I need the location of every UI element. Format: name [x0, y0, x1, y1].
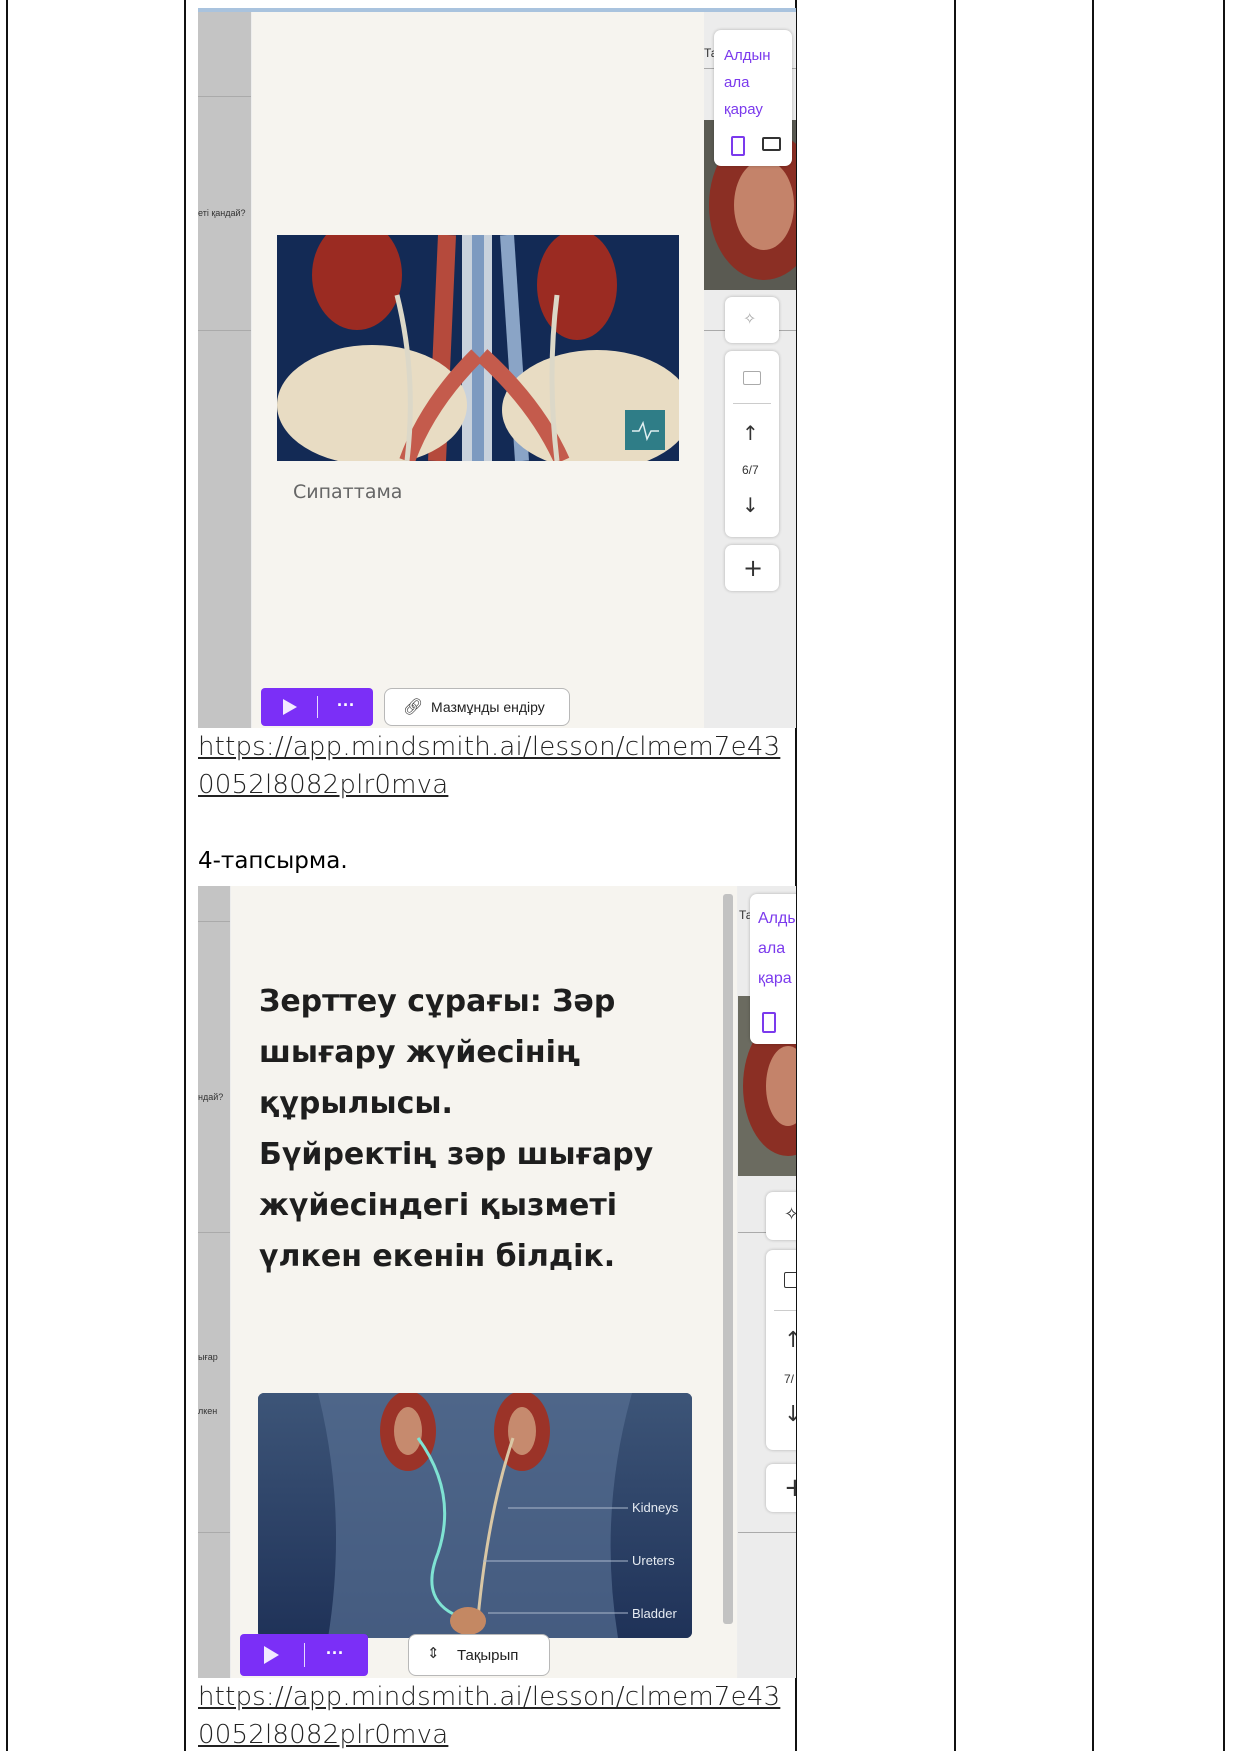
- play-actions-button[interactable]: ···: [240, 1634, 368, 1676]
- embed-content-label: Мазмұнды ендіру: [431, 699, 545, 715]
- panel-divider: [733, 403, 771, 404]
- lesson-screenshot-2: ндай? ығар лкен Зерттеу сұрағы: Зәр шыға…: [198, 886, 796, 1678]
- lesson-screenshot-1: еті қандай? Сипаттама Та Алдын ала қарау…: [198, 8, 796, 728]
- cut-off-text: ндай?: [198, 1092, 224, 1102]
- ureters-label: Ureters: [632, 1553, 675, 1568]
- button-separator: [304, 1643, 305, 1667]
- page-counter: 6/7: [742, 463, 759, 477]
- lesson-link-1-line1[interactable]: https://app.mindsmith.ai/lesson/clmem7e4…: [198, 728, 780, 766]
- table-border-col1: [184, 0, 186, 1751]
- kidney-anatomy-image: [277, 235, 679, 461]
- link-icon: 🔗︎: [403, 697, 424, 716]
- arrow-down-icon[interactable]: ↓: [742, 493, 759, 517]
- lesson-link-1-line2[interactable]: 0052l8082plr0mva: [198, 766, 780, 804]
- page-counter: 7/: [784, 1372, 795, 1386]
- chevron-updown-icon: ⇕: [427, 1644, 440, 1662]
- preview-label-line: ала: [724, 74, 750, 91]
- image-icon[interactable]: [743, 371, 761, 385]
- plus-icon: +: [784, 1473, 796, 1503]
- mobile-view-icon[interactable]: [731, 136, 745, 156]
- button-separator: [317, 696, 318, 718]
- table-border-col4: [1092, 0, 1094, 1751]
- slide-scrollbar[interactable]: [723, 894, 733, 1624]
- preview-label[interactable]: Алдын ала қарау: [724, 42, 771, 123]
- slide-text-line: үлкен екенін білдік.: [259, 1239, 616, 1274]
- editor-divider: [738, 1532, 796, 1533]
- arrow-up-icon[interactable]: ↑: [784, 1328, 796, 1353]
- table-border-col3: [954, 0, 956, 1751]
- preview-label[interactable]: Алды ала қара: [758, 904, 796, 994]
- editor-divider: [198, 1532, 230, 1533]
- preview-label-line: қара: [758, 970, 792, 987]
- slide-text-line: жүйесіндегі қызметі: [259, 1188, 618, 1223]
- slide-navigation-panel: ↑ 7/ ↓: [766, 1250, 796, 1450]
- more-options-icon[interactable]: ···: [326, 1643, 344, 1664]
- table-border-right: [1223, 0, 1225, 1751]
- bladder-label: Bladder: [632, 1606, 677, 1621]
- add-slide-button[interactable]: +: [766, 1464, 796, 1512]
- title-button-label: Тақырып: [457, 1647, 519, 1664]
- play-actions-button[interactable]: ···: [261, 688, 373, 726]
- editor-divider: [198, 330, 251, 331]
- mobile-view-icon[interactable]: [762, 1012, 776, 1033]
- editor-divider: [198, 921, 230, 922]
- slide-text-line: Бүйректің зәр шығару: [259, 1137, 654, 1172]
- task-label: 4-тапсырма.: [198, 848, 348, 874]
- editor-divider: [198, 1232, 230, 1233]
- slide-text-line: Зерттеу сұрағы: Зәр: [259, 984, 616, 1019]
- arrow-up-icon[interactable]: ↑: [742, 421, 759, 445]
- preview-label-line: Алдын: [724, 47, 771, 64]
- table-border-left: [6, 0, 8, 1751]
- ai-magic-button[interactable]: ✧: [766, 1192, 796, 1240]
- plus-icon: +: [743, 554, 764, 582]
- more-options-icon[interactable]: ···: [337, 695, 355, 716]
- description-placeholder[interactable]: Сипаттама: [293, 481, 402, 503]
- slide-text-line: құрылысы.: [259, 1086, 453, 1121]
- sparkle-icon: ✧: [743, 309, 757, 328]
- image-icon[interactable]: [784, 1272, 796, 1288]
- desktop-view-icon[interactable]: [762, 137, 781, 151]
- ai-magic-button[interactable]: ✧: [725, 297, 779, 343]
- left-editor-panel: [198, 886, 230, 1678]
- slide-text-line: шығару жүйесінің: [259, 1035, 581, 1070]
- play-icon[interactable]: [283, 699, 297, 715]
- slide-body-text: Зерттеу сұрағы: Зәр шығару жүйесінің құр…: [259, 976, 719, 1282]
- preview-label-line: қарау: [724, 101, 763, 118]
- preview-panel: Алды ала қара: [750, 894, 796, 1044]
- editor-divider: [198, 96, 251, 97]
- cut-off-question-text: еті қандай?: [198, 208, 246, 218]
- preview-label-line: Алды: [758, 910, 796, 927]
- cut-off-text: лкен: [198, 1406, 218, 1416]
- lesson-link-1[interactable]: https://app.mindsmith.ai/lesson/clmem7e4…: [198, 728, 780, 804]
- left-editor-panel: [198, 12, 251, 728]
- title-button[interactable]: ⇕ Тақырып: [408, 1634, 550, 1676]
- preview-label-line: ала: [758, 940, 786, 957]
- slide-navigation-panel: ↑ 6/7 ↓: [725, 351, 779, 537]
- preview-panel: Алдын ала қарау: [714, 30, 792, 166]
- embed-content-button[interactable]: 🔗︎ Мазмұнды ендіру: [384, 688, 570, 726]
- lesson-link-2-line1[interactable]: https://app.mindsmith.ai/lesson/clmem7e4…: [198, 1678, 780, 1716]
- sparkle-icon: ✧: [784, 1204, 796, 1225]
- play-icon[interactable]: [264, 1646, 279, 1664]
- urinary-system-image: Kidneys Ureters Bladder: [258, 1393, 692, 1638]
- lesson-link-2-line2[interactable]: 0052l8082plr0mva: [198, 1716, 780, 1754]
- panel-divider: [774, 1310, 796, 1311]
- arrow-down-icon[interactable]: ↓: [784, 1402, 796, 1427]
- cut-off-text: ығар: [198, 1352, 218, 1362]
- kidneys-label: Kidneys: [632, 1500, 679, 1515]
- add-slide-button[interactable]: +: [725, 545, 779, 591]
- lesson-link-2[interactable]: https://app.mindsmith.ai/lesson/clmem7e4…: [198, 1678, 780, 1754]
